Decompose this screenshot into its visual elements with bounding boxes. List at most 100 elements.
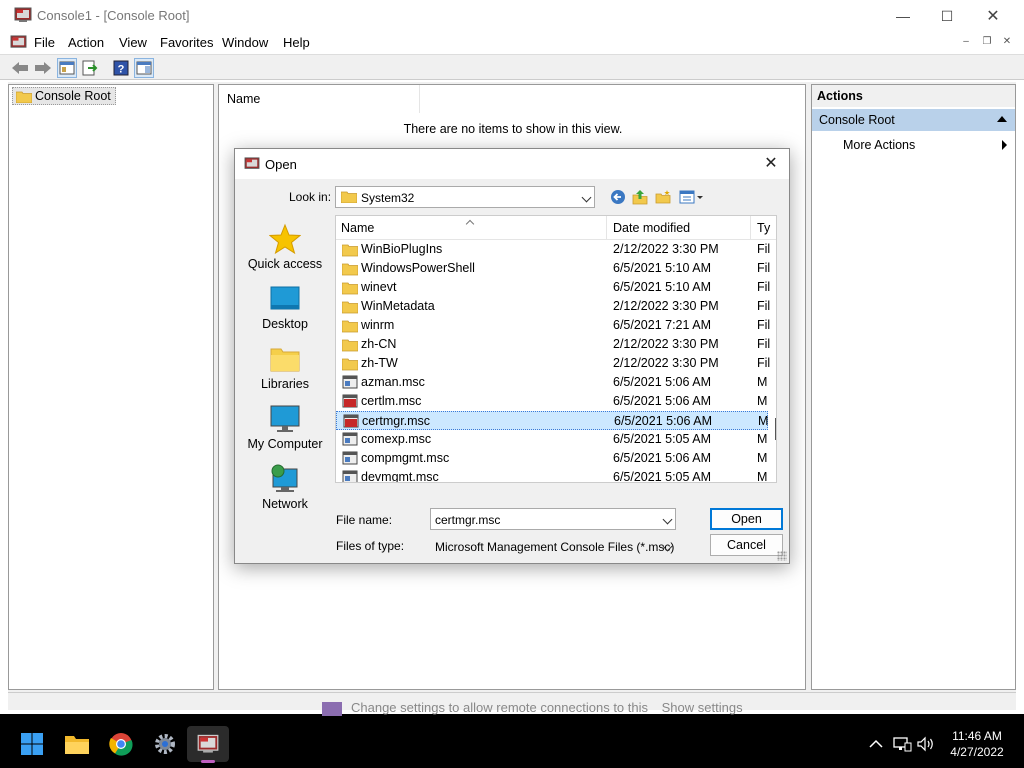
maximize-button[interactable]: ☐ <box>924 0 970 32</box>
mdi-restore-button[interactable]: ❐ <box>979 36 995 50</box>
taskbar-chrome[interactable] <box>100 726 142 762</box>
place-network[interactable]: Network <box>241 463 329 511</box>
menu-file[interactable]: File <box>34 35 55 50</box>
create-new-folder-icon[interactable] <box>654 188 672 206</box>
export-list-icon[interactable] <box>80 58 100 78</box>
chevron-down-icon[interactable] <box>662 514 673 525</box>
back-arrow-icon[interactable] <box>10 58 30 78</box>
go-back-icon[interactable] <box>609 188 627 206</box>
files-of-type-dropdown[interactable]: Microsoft Management Console Files (*.ms… <box>430 535 676 557</box>
clock-time: 11:46 AM <box>952 729 1002 743</box>
place-libraries[interactable]: Libraries <box>241 343 329 391</box>
file-name-input[interactable]: certmgr.msc <box>430 508 676 530</box>
cancel-button[interactable]: Cancel <box>710 534 783 556</box>
start-button[interactable] <box>11 726 53 762</box>
dialog-title: Open <box>265 157 297 172</box>
column-header-name[interactable]: Name <box>341 221 374 235</box>
file-name: comexp.msc <box>361 432 432 446</box>
file-type: Fil <box>757 280 771 294</box>
show-hide-tree-icon[interactable] <box>57 58 77 78</box>
menu-action[interactable]: Action <box>68 35 104 50</box>
file-row[interactable]: comexp.msc 6/5/2021 5:05 AM M <box>336 430 768 449</box>
taskbar-mmc[interactable] <box>187 726 229 762</box>
place-my-computer[interactable]: My Computer <box>241 403 329 451</box>
collapse-caret-icon[interactable] <box>997 116 1007 122</box>
file-date-modified: 2/12/2022 3:30 PM <box>613 356 719 370</box>
minimize-button[interactable]: — <box>880 0 926 32</box>
file-row[interactable]: zh-CN 2/12/2022 3:30 PM Fil <box>336 335 770 354</box>
file-row[interactable]: devmgmt.msc 6/5/2021 5:05 AM M <box>336 468 768 482</box>
show-settings-link[interactable]: Show settings <box>662 700 743 715</box>
file-date-modified: 2/12/2022 3:30 PM <box>613 337 719 351</box>
file-row[interactable]: compmgmt.msc 6/5/2021 5:06 AM M <box>336 449 768 468</box>
taskbar-clock[interactable]: 11:46 AM 4/27/2022 <box>945 728 1009 760</box>
files-of-type-value: Microsoft Management Console Files (*.ms… <box>435 540 675 554</box>
mmc-doc-icon[interactable] <box>10 35 27 50</box>
forward-arrow-icon[interactable] <box>33 58 53 78</box>
chevron-down-icon[interactable] <box>581 192 592 203</box>
file-row[interactable]: certmgr.msc 6/5/2021 5:06 AM M <box>336 411 768 430</box>
volume-icon[interactable] <box>916 736 936 752</box>
place-label: Libraries <box>261 377 309 391</box>
file-name: certmgr.msc <box>362 414 431 428</box>
look-in-dropdown[interactable]: System32 <box>335 186 595 208</box>
up-one-level-icon[interactable] <box>631 188 649 206</box>
file-row[interactable]: certlm.msc 6/5/2021 5:06 AM M <box>336 392 768 411</box>
folder-icon <box>341 280 359 295</box>
network-status-icon[interactable] <box>892 736 912 752</box>
view-menu-icon[interactable] <box>679 188 705 206</box>
place-label: Quick access <box>247 257 323 271</box>
submenu-arrow-icon <box>1002 140 1007 150</box>
file-row[interactable]: zh-TW 2/12/2022 3:30 PM Fil <box>336 354 770 373</box>
column-separator[interactable] <box>419 85 420 113</box>
menu-view[interactable]: View <box>119 35 147 50</box>
file-explorer-icon <box>65 736 89 754</box>
mdi-minimize-button[interactable]: – <box>958 36 974 50</box>
column-separator[interactable] <box>606 216 607 240</box>
column-header-date-modified[interactable]: Date modified <box>613 221 690 235</box>
show-hide-action-pane-icon[interactable] <box>134 58 154 78</box>
place-desktop[interactable]: Desktop <box>241 283 329 331</box>
file-list: Name Date modified Ty WinBioPlugIns 2/12/… <box>335 215 777 483</box>
taskbar-settings[interactable] <box>144 726 186 762</box>
file-type: Fil <box>757 318 771 332</box>
file-type: M <box>757 432 768 446</box>
file-row[interactable]: azman.msc 6/5/2021 5:06 AM M <box>336 373 768 392</box>
file-row[interactable]: WindowsPowerShell 6/5/2021 5:10 AM Fil <box>336 259 770 278</box>
desktop-icon <box>270 286 300 310</box>
file-row[interactable]: WinMetadata 2/12/2022 3:30 PM Fil <box>336 297 770 316</box>
file-row[interactable]: WinBioPlugIns 2/12/2022 3:30 PM Fil <box>336 240 770 259</box>
column-separator[interactable] <box>750 216 751 240</box>
folder-icon <box>16 91 32 103</box>
file-row[interactable]: winevt 6/5/2021 5:10 AM Fil <box>336 278 771 297</box>
help-icon[interactable]: ? <box>111 58 131 78</box>
vertical-scrollbar[interactable] <box>775 418 776 440</box>
taskbar-file-explorer[interactable] <box>56 726 98 762</box>
tree-node-label: Console Root <box>35 89 111 103</box>
menu-window[interactable]: Window <box>222 35 268 50</box>
close-button[interactable]: ✕ <box>970 0 1016 32</box>
file-name: azman.msc <box>361 375 425 389</box>
mdi-close-button[interactable]: ✕ <box>999 36 1015 50</box>
look-in-value: System32 <box>361 191 415 205</box>
svg-text:?: ? <box>118 64 125 76</box>
notification-text: Change settings to allow remote connecti… <box>351 700 649 715</box>
column-header-type[interactable]: Ty <box>757 221 770 235</box>
dialog-close-button[interactable]: ✕ <box>761 154 781 174</box>
resize-grip-icon[interactable] <box>777 551 787 561</box>
actions-group-console-root[interactable]: Console Root <box>812 109 1015 131</box>
file-row[interactable]: winrm 6/5/2021 7:21 AM Fil <box>336 316 771 335</box>
actions-header: Actions <box>812 85 1015 107</box>
open-button[interactable]: Open <box>710 508 783 530</box>
folder-icon <box>341 356 359 371</box>
windows-logo-icon <box>21 733 43 755</box>
place-quick-access[interactable]: Quick access <box>241 223 329 271</box>
more-actions-item[interactable]: More Actions <box>843 138 915 152</box>
tree-node-console-root[interactable]: Console Root <box>12 87 116 105</box>
chevron-up-icon[interactable] <box>866 736 886 752</box>
column-header-name[interactable]: Name <box>227 92 260 106</box>
window-title: Console1 - [Console Root] <box>37 8 190 23</box>
file-date-modified: 6/5/2021 5:06 AM <box>613 375 711 389</box>
menu-help[interactable]: Help <box>283 35 310 50</box>
menu-favorites[interactable]: Favorites <box>160 35 213 50</box>
